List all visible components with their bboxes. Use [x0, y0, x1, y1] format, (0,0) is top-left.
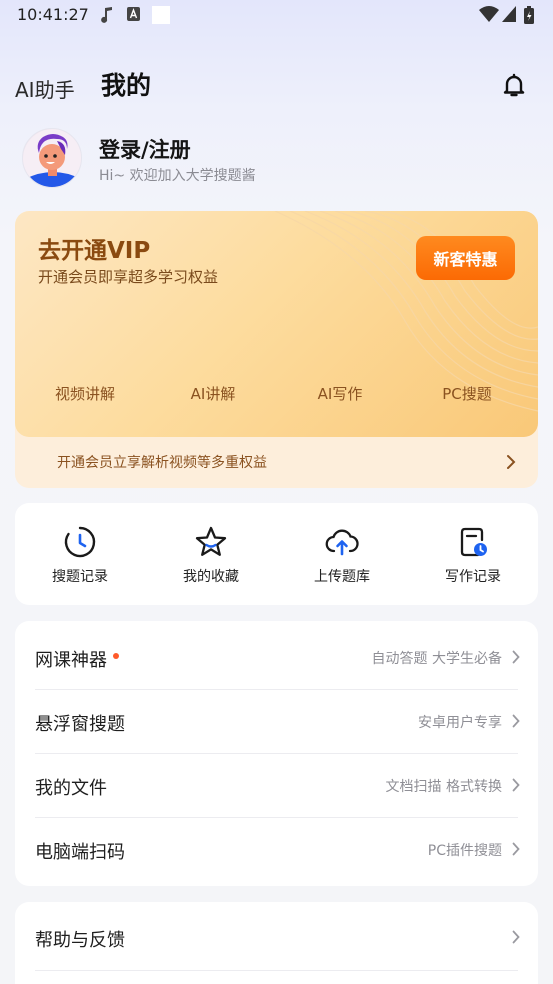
menu-item-label: 帮助与反馈 [35, 930, 125, 951]
cloud-upload-icon [325, 529, 359, 556]
tab-ai-assistant[interactable]: AI助手 [15, 74, 75, 103]
status-bar: 10:41:27 [0, 0, 553, 30]
menu-item-floating-window[interactable]: 悬浮窗搜题 安卓用户专享 [15, 690, 538, 754]
menu-item-label: 悬浮窗搜题 [35, 714, 125, 735]
vip-subtitle: 开通会员即享超多学习权益 [38, 268, 219, 286]
tool-upload-bank[interactable]: 上传题库 [292, 525, 392, 589]
vip-feature-ai-writing: AI写作 [317, 385, 363, 403]
avatar[interactable] [22, 128, 82, 188]
notification-dot [113, 653, 119, 659]
tab-mine[interactable]: 我的 [101, 66, 151, 102]
vip-feature-pc-search: PC搜题 [442, 385, 492, 403]
chevron-right-icon [512, 930, 520, 944]
tool-search-history[interactable]: 搜题记录 [30, 525, 130, 589]
vip-feature-video: 视频讲解 [54, 385, 115, 403]
bell-icon[interactable] [499, 70, 529, 100]
a-icon [127, 7, 140, 21]
clock-history-icon [64, 526, 96, 558]
menu-item-label: 网课神器 [35, 650, 107, 671]
menu-item-label: 电脑端扫码 [35, 842, 125, 863]
chevron-right-icon [512, 714, 520, 728]
login-register-title[interactable]: 登录/注册 [99, 134, 191, 164]
vip-card-top: 去开通VIP 开通会员即享超多学习权益 新客特惠 视频讲解 AI讲解 AI写作 … [15, 211, 538, 437]
menu-item-label: 我的文件 [35, 778, 107, 799]
tool-label: 上传题库 [314, 569, 370, 585]
tool-favorites[interactable]: 我的收藏 [161, 525, 261, 589]
doc-clock-icon [460, 527, 487, 557]
menu-item-online-course[interactable]: 网课神器 自动答题 大学生必备 [15, 626, 538, 690]
vip-feature-ai-explain: AI讲解 [190, 385, 236, 403]
status-time: 10:41:27 [17, 5, 89, 24]
chevron-right-icon [512, 842, 520, 856]
chevron-right-icon [512, 650, 520, 664]
menu-list-secondary: 帮助与反馈 [15, 902, 538, 984]
menu-item-help-feedback[interactable]: 帮助与反馈 [15, 906, 538, 970]
menu-item-desc: 安卓用户专享 [418, 715, 502, 731]
chevron-right-icon [507, 455, 516, 469]
header: AI助手 我的 [0, 60, 553, 110]
menu-item-my-files[interactable]: 我的文件 文档扫描 格式转换 [15, 754, 538, 818]
chevron-right-icon [512, 778, 520, 792]
blank-square-icon [152, 6, 170, 24]
vip-promo-bar[interactable]: 开通会员立享解析视频等多重权益 [15, 437, 538, 488]
tools-card: 搜题记录 我的收藏 上传题库 写作记录 [15, 503, 538, 605]
menu-item-pc-scan[interactable]: 电脑端扫码 PC插件搜题 [15, 818, 538, 882]
tool-writing-history[interactable]: 写作记录 [423, 525, 523, 589]
menu-list: 网课神器 自动答题 大学生必备 悬浮窗搜题 安卓用户专享 我的文件 文档扫描 格… [15, 621, 538, 886]
vip-promo-text: 开通会员立享解析视频等多重权益 [57, 455, 267, 471]
tool-label: 写作记录 [445, 569, 501, 585]
wifi-icon [479, 6, 499, 22]
profile-section[interactable]: 登录/注册 Hi~ 欢迎加入大学搜题酱 [22, 128, 522, 192]
avatar-illustration [23, 129, 81, 187]
vip-title: 去开通VIP [38, 238, 151, 264]
star-icon [195, 526, 227, 556]
signal-icon [502, 6, 516, 22]
tool-label: 搜题记录 [52, 569, 108, 585]
battery-icon [524, 6, 534, 24]
divider [35, 970, 518, 971]
new-customer-offer-button[interactable]: 新客特惠 [416, 236, 515, 280]
menu-item-desc: PC插件搜题 [427, 843, 502, 859]
vip-card[interactable]: 去开通VIP 开通会员即享超多学习权益 新客特惠 视频讲解 AI讲解 AI写作 … [15, 211, 538, 488]
menu-item-desc: 自动答题 大学生必备 [371, 651, 502, 667]
welcome-subtitle: Hi~ 欢迎加入大学搜题酱 [99, 168, 256, 184]
menu-item-desc: 文档扫描 格式转换 [385, 779, 502, 795]
tool-label: 我的收藏 [183, 569, 239, 585]
music-note-icon [101, 7, 112, 23]
